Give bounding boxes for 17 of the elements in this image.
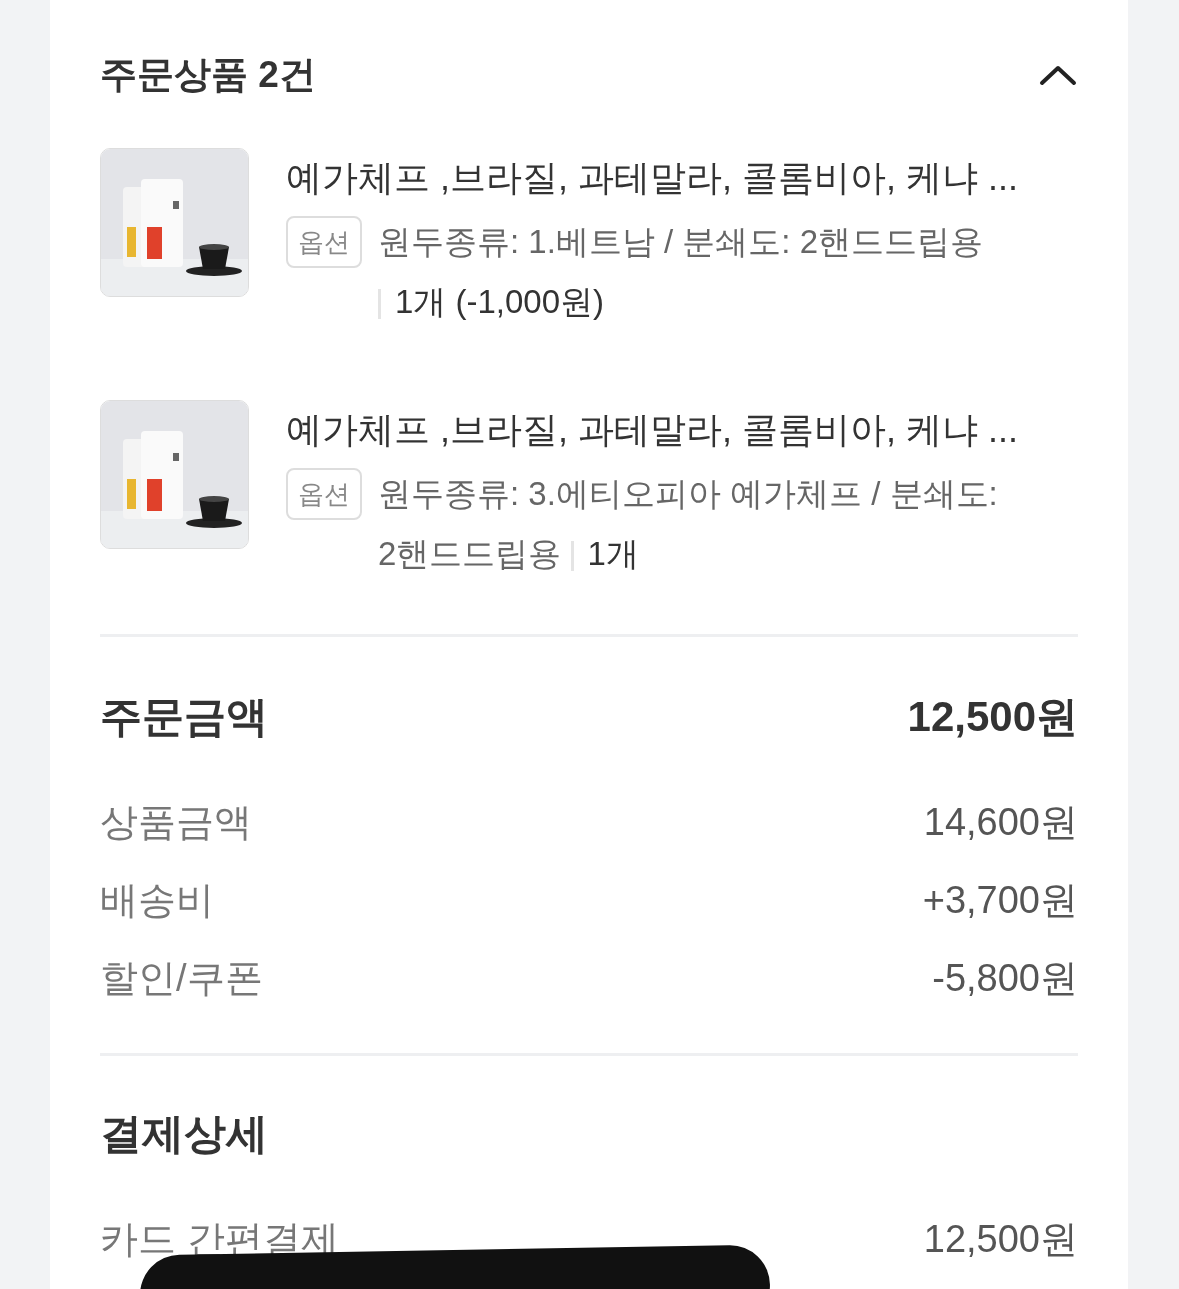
product-title: 예가체프 ,브라질, 과테말라, 콜롬비아, 케냐 ... <box>286 408 1020 452</box>
row-label: 상품금액 <box>100 799 252 845</box>
section-title: 결제상세 <box>100 1108 268 1159</box>
row-value: +3,700원 <box>922 877 1078 923</box>
total-label: 주문금액 <box>100 691 268 742</box>
row-label: 배송비 <box>100 877 214 923</box>
option-text: 원두종류: 3.에티오피아 예가체프 / 분쇄도: 2핸드드립용 1개 <box>378 474 999 574</box>
section-title: 주문상품 2건 <box>100 53 316 98</box>
row-value: 14,600원 <box>923 799 1078 845</box>
total-value: 12,500원 <box>907 691 1078 742</box>
row-value: 12,500원 <box>923 1216 1078 1262</box>
row-value: -5,800원 <box>932 955 1078 1001</box>
option-text: 원두종류: 1.베트남 / 분쇄도: 2핸드드립용 1개 (-1,000원) <box>378 222 985 322</box>
option-badge: 옵션 <box>286 216 362 268</box>
product-title: 예가체프 ,브라질, 과테말라, 콜롬비아, 케냐 ... <box>286 156 1020 200</box>
option-badge: 옵션 <box>286 468 362 520</box>
row-label: 할인/쿠폰 <box>100 955 263 1001</box>
